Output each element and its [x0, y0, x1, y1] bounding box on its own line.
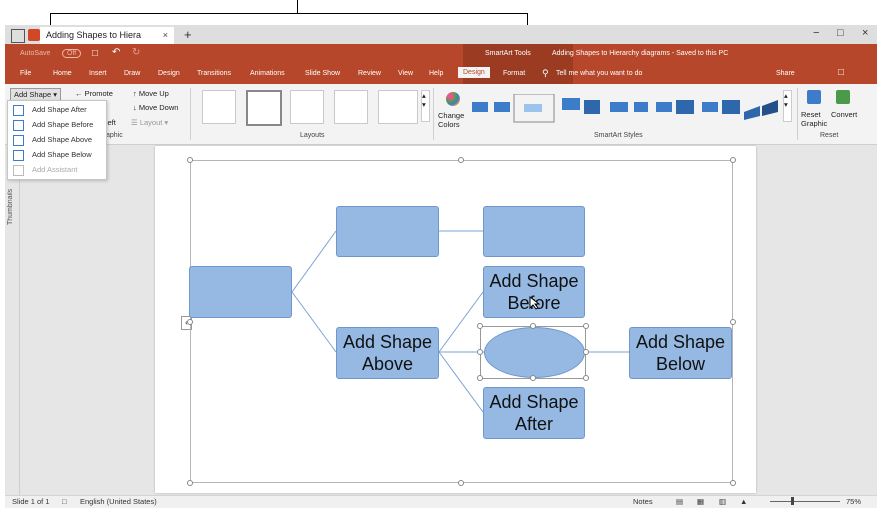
top-right-shape[interactable]	[483, 206, 585, 257]
zoom-slider-thumb[interactable]	[791, 497, 794, 505]
add-shape-after-icon	[13, 105, 24, 116]
shape-handle-e[interactable]	[583, 349, 589, 355]
add-shape-before-box[interactable]: Add Shape Before	[483, 266, 585, 318]
shape-handle-se[interactable]	[583, 375, 589, 381]
reading-view-icon[interactable]: ▥	[719, 497, 726, 506]
connector	[438, 291, 484, 353]
top-level-shape[interactable]	[336, 206, 439, 257]
menu-item-add-shape-before[interactable]: Add Shape Before	[8, 117, 106, 132]
menu-item-label: Add Shape Below	[32, 150, 92, 159]
connector	[438, 351, 484, 413]
shape-handle-sw[interactable]	[477, 375, 483, 381]
shape-handle-nw[interactable]	[477, 323, 483, 329]
slideshow-view-icon[interactable]: ▲	[740, 497, 747, 506]
zoom-slider[interactable]	[770, 501, 840, 502]
slide-counter: Slide 1 of 1	[12, 497, 50, 506]
menu-item-label: Add Shape Above	[32, 135, 93, 144]
shape-handle-w[interactable]	[477, 349, 483, 355]
language-indicator[interactable]: English (United States)	[80, 497, 157, 506]
add-assistant-icon	[13, 165, 24, 176]
menu-item-add-shape-after[interactable]: Add Shape After	[8, 102, 106, 117]
slide-sorter-icon[interactable]: ▦	[697, 497, 704, 506]
shape-handle-s[interactable]	[530, 375, 536, 381]
menu-item-label: Add Shape After	[32, 105, 87, 114]
add-shape-below-box[interactable]: Add Shape Below	[629, 327, 732, 379]
menu-item-add-assistant: Add Assistant	[8, 162, 106, 177]
add-shape-below-icon	[13, 150, 24, 161]
menu-item-add-shape-above[interactable]: Add Shape Above	[8, 132, 106, 147]
shape-handle-ne[interactable]	[583, 323, 589, 329]
menu-item-label: Add Assistant	[32, 165, 78, 174]
root-shape[interactable]	[189, 266, 292, 318]
normal-view-icon[interactable]: ▤	[676, 497, 683, 506]
connector	[291, 291, 337, 353]
menu-item-add-shape-below[interactable]: Add Shape Below	[8, 147, 106, 162]
mouse-cursor-icon	[529, 296, 541, 310]
add-shape-above-box[interactable]: Add Shape Above	[336, 327, 439, 379]
spellcheck-icon[interactable]: □	[62, 497, 67, 506]
add-shape-after-box[interactable]: Add Shape After	[483, 387, 585, 439]
add-shape-menu: Add Shape After Add Shape Before Add Sha…	[7, 100, 107, 180]
add-shape-above-icon	[13, 135, 24, 146]
selected-ellipse-shape[interactable]	[484, 327, 585, 378]
zoom-level[interactable]: 75%	[846, 497, 861, 506]
add-shape-before-icon	[13, 120, 24, 131]
notes-button[interactable]: Notes	[633, 497, 653, 506]
connector	[291, 230, 337, 293]
menu-item-label: Add Shape Before	[32, 120, 94, 129]
shape-handle-n[interactable]	[530, 323, 536, 329]
